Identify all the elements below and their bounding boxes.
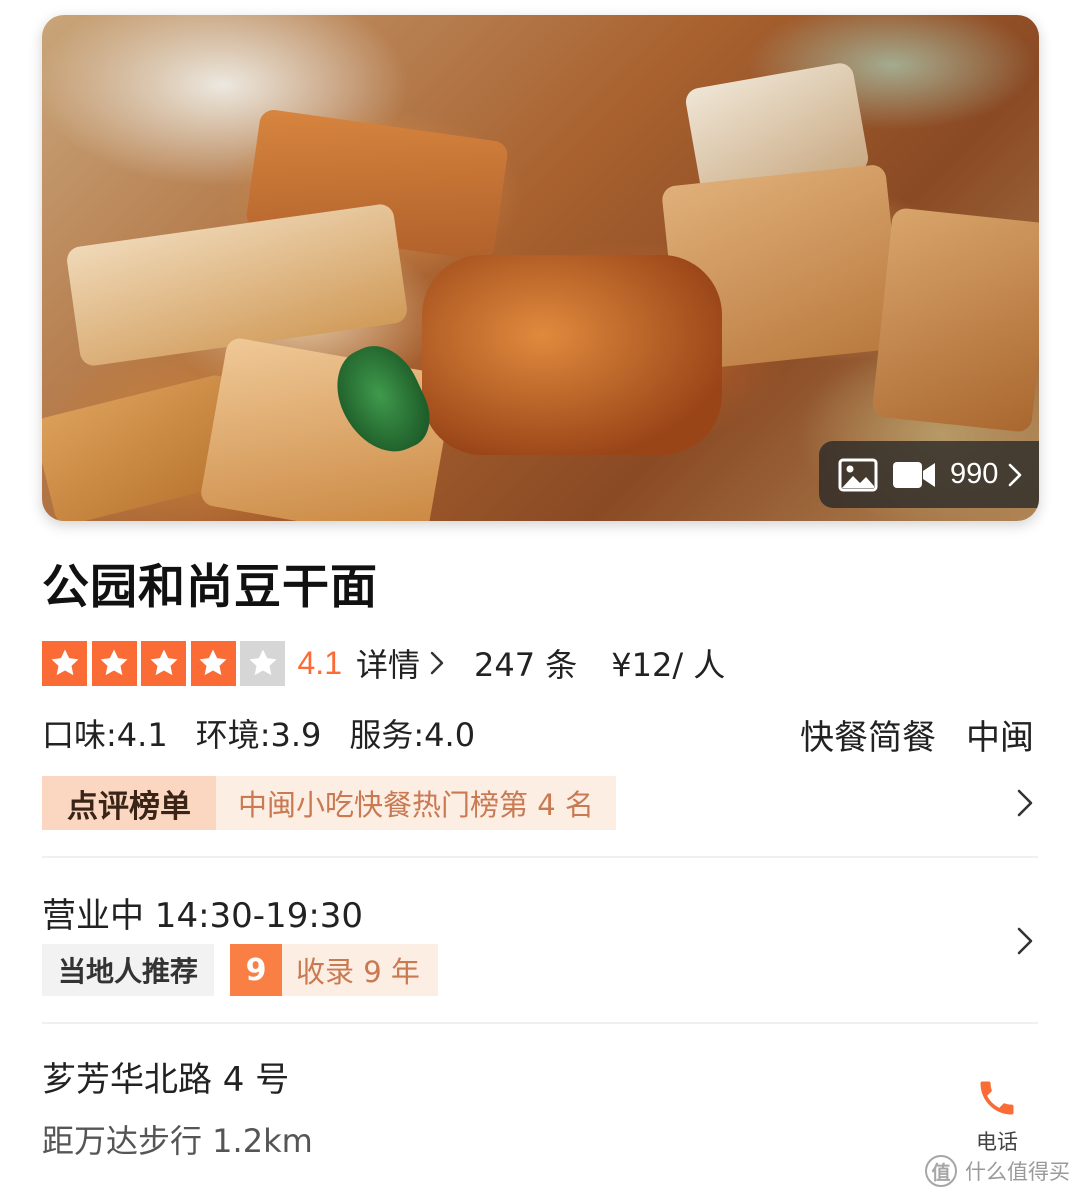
- chevron-right-icon[interactable]: [1016, 926, 1034, 956]
- category-tag[interactable]: 快餐简餐: [800, 710, 936, 759]
- watermark: 值 什么值得买: [925, 1155, 1070, 1187]
- divider: [42, 856, 1038, 858]
- chevron-right-icon[interactable]: [430, 651, 444, 675]
- shop-name: 公园和尚豆干面: [42, 560, 378, 615]
- phone-label: 电话: [976, 1130, 1018, 1154]
- ranking-text: 中闽小吃快餐热门榜第 4 名: [216, 776, 616, 830]
- years-text: 收录 9 年: [296, 955, 420, 989]
- average-price: ¥12/ 人: [611, 646, 726, 684]
- rating-detail-link[interactable]: 详情: [356, 640, 420, 686]
- divider: [42, 1022, 1038, 1024]
- phone-icon: [980, 1081, 1014, 1115]
- shop-tags: 当地人推荐 9 收录 9 年: [42, 944, 438, 996]
- media-count: 990: [950, 458, 999, 490]
- rating-score: 4.1: [297, 644, 342, 681]
- photo-food-piece: [422, 255, 722, 455]
- watermark-logo-icon: 值: [925, 1155, 957, 1187]
- star-filled-icon: [91, 640, 137, 686]
- years-number-badge: 9: [230, 944, 282, 996]
- service-score: 服务:4.0: [349, 716, 476, 754]
- rating-row: 4.1 详情 247 条 ¥12/ 人: [42, 638, 725, 688]
- image-icon: [838, 458, 878, 491]
- business-hours[interactable]: 营业中 14:30-19:30: [42, 888, 363, 937]
- ranking-tag[interactable]: 点评榜单 中闽小吃快餐热门榜第 4 名: [42, 776, 616, 830]
- local-recommend-tag: 当地人推荐: [42, 944, 214, 996]
- star-empty-icon: [240, 640, 285, 686]
- categories: 快餐简餐 中闽: [770, 710, 1034, 759]
- shop-address[interactable]: 芗芳华北路 4 号: [42, 1052, 289, 1101]
- phone-button[interactable]: 电话: [967, 1076, 1027, 1156]
- media-gallery-button[interactable]: 990: [819, 441, 1039, 508]
- environment-score: 环境:3.9: [195, 716, 322, 754]
- chevron-right-icon[interactable]: [1016, 788, 1034, 818]
- video-icon: [893, 461, 935, 488]
- listed-years-tag: 9 收录 9 年: [230, 944, 438, 996]
- chevron-right-icon: [1009, 463, 1022, 486]
- watermark-text: 什么值得买: [965, 1160, 1070, 1184]
- shop-photo[interactable]: 990: [42, 15, 1039, 521]
- star-filled-icon: [190, 640, 236, 686]
- sub-scores: 口味:4.1 环境:3.9 服务:4.0: [42, 710, 503, 756]
- star-filled-icon: [42, 640, 87, 686]
- taste-score: 口味:4.1: [42, 716, 168, 754]
- review-count[interactable]: 247 条: [474, 640, 577, 686]
- shop-distance: 距万达步行 1.2km: [42, 1122, 313, 1160]
- category-tag[interactable]: 中闽: [966, 710, 1034, 759]
- star-rating: [42, 640, 290, 686]
- ranking-label: 点评榜单: [42, 776, 216, 830]
- photo-food-piece: [871, 207, 1039, 433]
- star-filled-icon: [141, 640, 186, 686]
